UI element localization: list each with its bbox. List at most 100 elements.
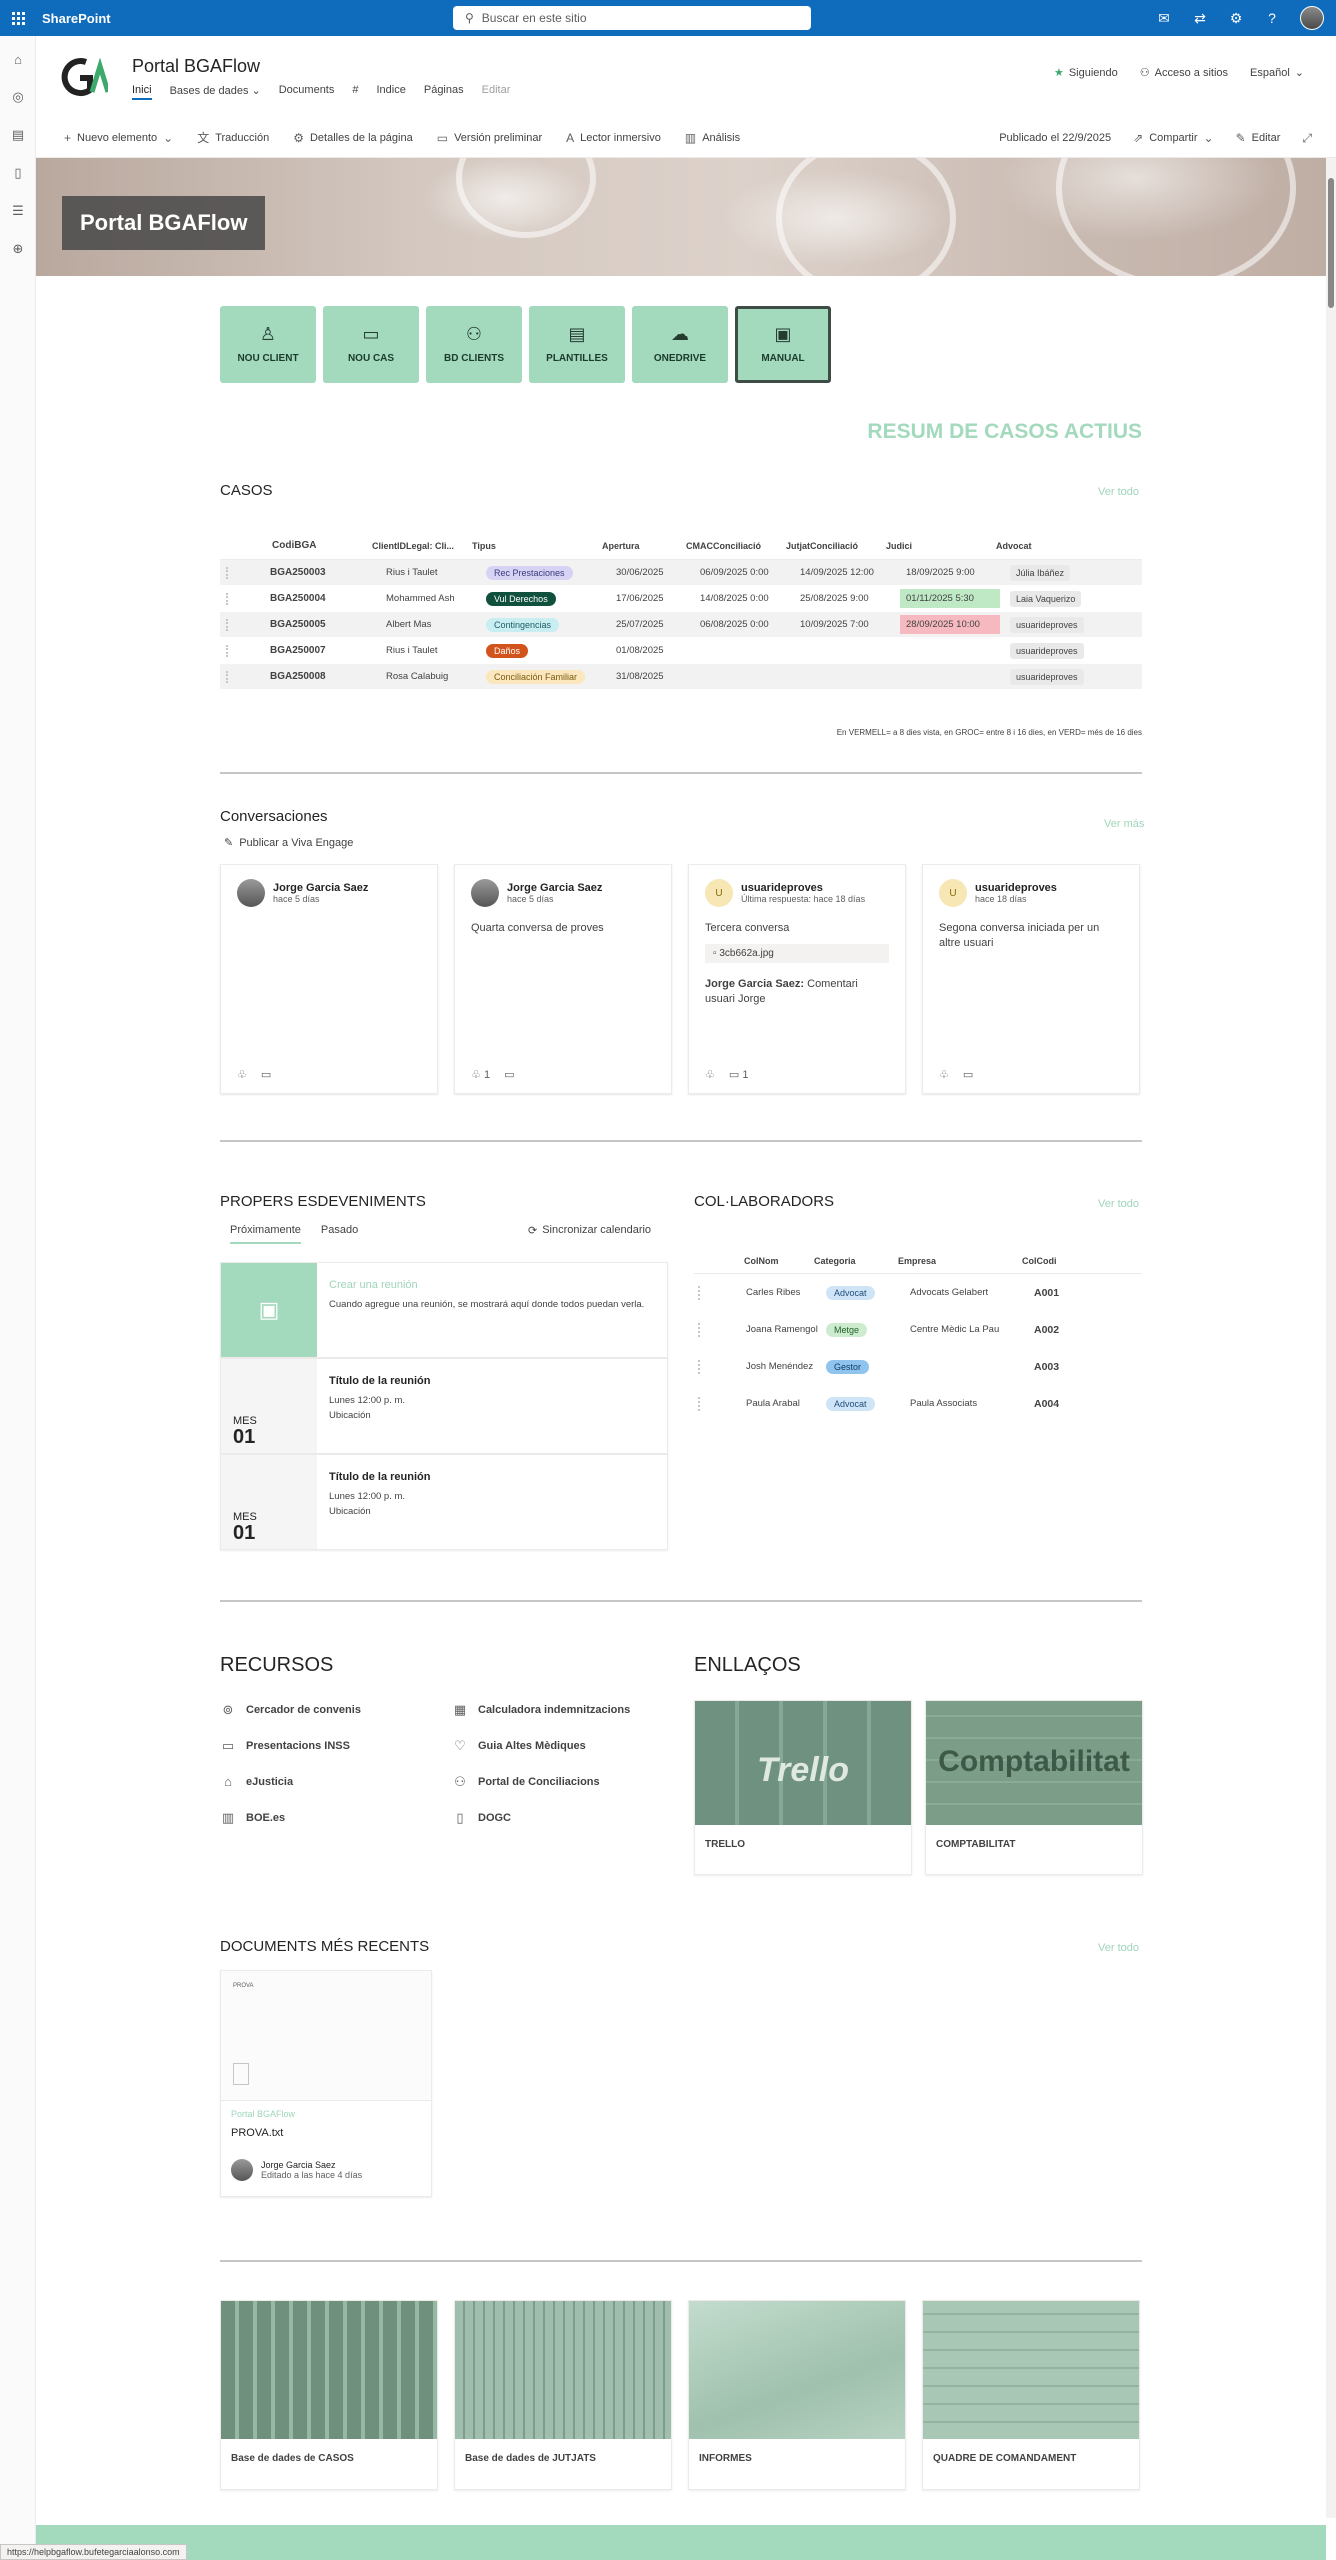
expand-button[interactable]: ⤢ — [1302, 131, 1312, 146]
event-card[interactable]: MES 01 Título de la reunión Lunes 12:00 p… — [220, 1358, 668, 1454]
table-row[interactable]: BGA250003 Rius i Taulet Rec Prestaciones 30… — [220, 560, 1142, 586]
column-header[interactable]: CodiBGA — [220, 540, 372, 551]
resource-link[interactable]: ▦ Calculadora indemnitzacions — [452, 1702, 630, 1718]
conversation-card[interactable]: Uusuarideproves hace 18 días Segona conver… — [922, 864, 1140, 1094]
column-header[interactable]: Advocat — [996, 541, 1096, 551]
row-handle[interactable] — [698, 1359, 706, 1374]
comment-button[interactable]: ▭ — [963, 1068, 973, 1081]
megaphone-icon[interactable]: ✉ — [1156, 10, 1172, 27]
resource-link[interactable]: ⊚ Cercador de convenis — [220, 1702, 361, 1718]
quicklink-jutjats[interactable]: Base de dades de JUTJATS — [454, 2300, 672, 2490]
edit-button[interactable]: ✎ Editar — [1236, 131, 1281, 145]
home-icon[interactable]: ⌂ — [0, 40, 36, 78]
avatar[interactable] — [471, 879, 499, 907]
table-row[interactable]: BGA250007 Rius i Taulet Daños 01/08/2025 usu… — [220, 638, 1142, 664]
table-row[interactable]: BGA250004 Mohammed Ash Vul Derechos 17/06/2… — [220, 586, 1142, 612]
tile-onedrive[interactable]: ☁ ONEDRIVE — [632, 306, 728, 383]
table-row[interactable]: Paula Arabal Advocat Paula Associats A004 — [694, 1385, 1142, 1422]
gear-icon[interactable]: ⚙ — [1228, 10, 1244, 27]
avatar[interactable]: U — [939, 879, 967, 907]
column-header[interactable]: Categoria — [814, 1256, 898, 1266]
create-meeting-card[interactable]: ▣ Crear una reunión Cuando agregue una r… — [220, 1262, 668, 1358]
comment-button[interactable]: ▭ — [261, 1068, 271, 1081]
help-icon[interactable]: ? — [1264, 10, 1280, 26]
resource-link[interactable]: ▭ Presentacions INSS — [220, 1738, 350, 1754]
search-input[interactable]: Buscar en este sitio — [482, 11, 587, 25]
tile-nou-client[interactable]: ♙ NOU CLIENT — [220, 306, 316, 383]
resource-link[interactable]: ⚇ Portal de Conciliacions — [452, 1774, 599, 1790]
resource-link[interactable]: ▯ DOGC — [452, 1810, 511, 1826]
column-header[interactable]: Empresa — [898, 1256, 1022, 1266]
row-handle[interactable] — [226, 592, 234, 605]
comment-button[interactable]: ▭ — [504, 1068, 514, 1081]
globe-icon[interactable]: ◎ — [0, 78, 36, 116]
immersive-reader-button[interactable]: A Lector inmersivo — [566, 131, 661, 145]
like-button[interactable]: ♧ 1 — [471, 1068, 490, 1081]
row-handle[interactable] — [226, 566, 234, 579]
column-header[interactable]: JutjatConciliació — [786, 541, 886, 551]
row-handle[interactable] — [226, 670, 234, 683]
attachment[interactable]: ▫ 3cb662a.jpg — [705, 944, 889, 963]
row-handle[interactable] — [698, 1285, 706, 1300]
link-card-comptabilitat[interactable]: Comptabilitat COMPTABILITAT — [925, 1700, 1143, 1875]
row-handle[interactable] — [698, 1396, 706, 1411]
conversations-see-more-link[interactable]: Ver más — [1104, 818, 1144, 830]
conversation-card[interactable]: Jorge Garcia Saez hace 5 días ♧ ▭ — [220, 864, 438, 1094]
share-button[interactable]: ⇗ Compartir ⌄ — [1133, 131, 1213, 145]
create-meeting-link[interactable]: Crear una reunión — [329, 1279, 644, 1291]
nav-paginas[interactable]: Páginas — [424, 84, 464, 100]
column-header[interactable]: ColNom — [694, 1256, 814, 1266]
preview-button[interactable]: ▭ Versión preliminar — [437, 131, 542, 145]
document-site[interactable]: Portal BGAFlow — [231, 2109, 295, 2119]
resource-link[interactable]: ▥ BOE.es — [220, 1810, 285, 1826]
page-scrollbar[interactable] — [1326, 158, 1336, 2518]
column-header[interactable]: ColCodi — [1022, 1256, 1102, 1266]
news-icon[interactable]: ▤ — [0, 116, 36, 154]
tile-plantilles[interactable]: ▤ PLANTILLES — [529, 306, 625, 383]
collaborators-see-all-link[interactable]: Ver todo — [1098, 1198, 1139, 1210]
conversation-card[interactable]: Uusuarideproves Última respuesta: hace 18… — [688, 864, 906, 1094]
page-details-button[interactable]: ⚙ Detalles de la página — [293, 131, 413, 145]
nav-documents[interactable]: Documents — [279, 84, 335, 100]
list-icon[interactable]: ☰ — [0, 192, 36, 230]
analytics-button[interactable]: ▥ Análisis — [685, 131, 740, 145]
nav-editar[interactable]: Editar — [482, 84, 511, 100]
site-logo[interactable] — [60, 56, 108, 98]
comment-button[interactable]: ▭ 1 — [729, 1068, 749, 1081]
scrollbar-thumb[interactable] — [1328, 178, 1334, 308]
column-header[interactable]: Tipus — [472, 541, 602, 551]
event-title[interactable]: Título de la reunión — [329, 1471, 430, 1483]
quicklink-informes[interactable]: INFORMES — [688, 2300, 906, 2490]
tab-past[interactable]: Pasado — [321, 1224, 358, 1244]
avatar[interactable]: U — [705, 879, 733, 907]
conversation-author[interactable]: Jorge Garcia Saez — [507, 882, 602, 894]
publish-viva-engage-button[interactable]: ✎ Publicar a Viva Engage — [224, 836, 353, 850]
column-header[interactable]: Judici — [886, 541, 996, 551]
table-row[interactable]: Joana Ramengol Metge Centre Mèdic La Pau A0… — [694, 1311, 1142, 1348]
quicklink-casos[interactable]: Base de dades de CASOS — [220, 2300, 438, 2490]
tab-upcoming[interactable]: Próximamente — [230, 1224, 301, 1244]
sync-calendar-button[interactable]: ⟳ Sincronizar calendario — [528, 1224, 651, 1237]
avatar[interactable] — [237, 879, 265, 907]
link-card-trello[interactable]: Trello TRELLO — [694, 1700, 912, 1875]
table-row[interactable]: BGA250008 Rosa Calabuig Conciliación Famil… — [220, 664, 1142, 690]
resource-link[interactable]: ♡ Guia Altes Mèdiques — [452, 1738, 586, 1754]
nav-indice[interactable]: Indice — [377, 84, 406, 100]
tile-nou-cas[interactable]: ▭ NOU CAS — [323, 306, 419, 383]
resource-link[interactable]: ⌂ eJusticia — [220, 1774, 293, 1789]
tile-bd-clients[interactable]: ⚇ BD CLIENTS — [426, 306, 522, 383]
app-launcher-icon[interactable] — [0, 0, 36, 36]
tile-manual[interactable]: ▣ MANUAL — [735, 306, 831, 383]
site-title[interactable]: Portal BGAFlow — [132, 56, 260, 77]
documents-see-all-link[interactable]: Ver todo — [1098, 1942, 1139, 1954]
row-handle[interactable] — [226, 618, 234, 631]
document-name[interactable]: PROVA.txt — [231, 2127, 283, 2139]
table-row[interactable]: BGA250005 Albert Mas Contingencias 25/07/20… — [220, 612, 1142, 638]
translation-button[interactable]: 文 Traducción — [197, 129, 269, 146]
cases-see-all-link[interactable]: Ver todo — [1098, 486, 1139, 498]
row-handle[interactable] — [698, 1322, 706, 1337]
nav-bases-de-dades[interactable]: Bases de dades ⌄ — [170, 84, 261, 100]
conversation-card[interactable]: Jorge Garcia Saez hace 5 días Quarta conve… — [454, 864, 672, 1094]
language-dropdown[interactable]: Español ⌄ — [1250, 66, 1304, 80]
avatar[interactable] — [1300, 6, 1324, 30]
